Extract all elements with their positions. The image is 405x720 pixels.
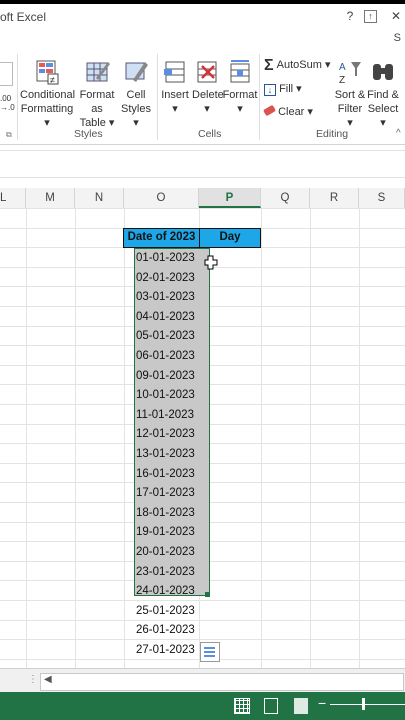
account-initial[interactable]: S [394,32,401,44]
date-cell[interactable]: 23-01-2023 [136,563,200,582]
date-cell[interactable]: 18-01-2023 [136,504,200,523]
column-header-m[interactable]: M [26,188,75,208]
format-as-table-icon [86,62,110,82]
format-cells-icon [230,60,250,83]
date-cell[interactable]: 26-01-2023 [136,621,200,640]
grid-vline [359,208,360,668]
cells-group-label: Cells [198,128,222,140]
date-cell[interactable]: 10-01-2023 [136,386,200,405]
table-header-day[interactable]: Day [199,228,261,248]
column-header-n[interactable]: N [75,188,124,208]
grid-vline [310,208,311,668]
column-header-p[interactable]: P [199,188,261,208]
horizontal-scroll-area: ⋮ ◀ [0,668,405,693]
restore-icon[interactable]: ↑ [364,10,377,23]
column-header-o[interactable]: O [124,188,199,208]
date-cell[interactable]: 04-01-2023 [136,308,200,327]
window-title: oft Excel [0,10,47,24]
date-cell[interactable]: 16-01-2023 [136,465,200,484]
date-cell[interactable]: 09-01-2023 [136,367,200,386]
clear-button[interactable]: Clear ▾ [262,103,313,121]
zoom-out-icon[interactable]: − [318,695,326,711]
ribbon-tab-row: S [0,30,405,48]
page-layout-view-icon[interactable] [264,698,278,714]
delete-cells-icon [197,61,217,83]
grid-hline [0,639,405,641]
cell-styles-icon [125,62,148,82]
column-headers: L M N O P Q R S [0,188,405,209]
insert-cells-icon [164,61,185,83]
scroll-left-icon[interactable]: ◀ [44,674,52,685]
decimal-buttons[interactable]: .00 →.0 [0,94,15,112]
binoculars-icon [373,64,393,80]
svg-text:≠: ≠ [50,75,55,85]
column-header-l[interactable]: L [0,188,26,208]
date-cell[interactable]: 06-01-2023 [136,347,200,366]
date-cell[interactable]: 05-01-2023 [136,327,200,346]
date-cell[interactable]: 24-01-2023 [136,582,200,601]
zoom-slider[interactable] [330,704,405,705]
grid-vline [75,208,76,668]
sigma-icon: Σ [264,57,274,74]
fill-down-icon: ↓ [264,84,276,96]
format-as-table-button[interactable]: Format as Table ▾ [74,58,120,130]
date-cell[interactable]: 13-01-2023 [136,445,200,464]
status-bar: − [0,692,405,720]
quick-analysis-icon[interactable] [200,642,220,662]
number-format-dropdown[interactable] [0,62,13,86]
eraser-icon [262,104,277,117]
grid-vline [261,208,262,668]
date-cell[interactable]: 20-01-2023 [136,543,200,562]
svg-text:A: A [339,62,346,73]
normal-view-icon[interactable] [234,698,250,714]
worksheet-grid[interactable]: Date of 2023 Day 01-01-2023 02-01-2023 03-… [0,208,405,668]
date-cell[interactable]: 27-01-2023 [136,641,200,660]
date-cell[interactable]: 12-01-2023 [136,425,200,444]
ribbon: .00 →.0 ⧉ ≠ Conditional Formatting ▾ For… [0,48,405,145]
grid-hline [0,600,405,601]
insert-button[interactable]: Insert ▾ [158,58,192,116]
cell-styles-button[interactable]: Cell Styles ▾ [118,58,154,130]
grid-hline [0,208,405,209]
find-select-button[interactable]: Find & Select ▾ [366,58,400,130]
autosum-button[interactable]: Σ AutoSum ▾ [264,56,331,74]
dialog-launcher-icon[interactable]: ⧉ [6,130,12,140]
sort-filter-icon: A Z [339,62,361,86]
conditional-formatting-button[interactable]: ≠ Conditional Formatting ▾ [20,58,75,130]
svg-text:Z: Z [339,75,345,86]
grid-vline [124,208,125,668]
grid-vline [26,208,27,668]
sheet-options-icon[interactable]: ⋮ [28,674,38,685]
format-button[interactable]: Format ▾ [222,58,258,116]
date-cell[interactable]: 03-01-2023 [136,288,200,307]
column-header-q[interactable]: Q [261,188,310,208]
help-button[interactable]: ? [342,8,358,24]
collapse-ribbon-icon[interactable]: ^ [396,128,401,139]
date-cell[interactable]: 01-01-2023 [136,249,200,268]
fill-button[interactable]: ↓ Fill ▾ [264,80,302,98]
editing-group-label: Editing [316,128,349,140]
conditional-formatting-icon: ≠ [36,60,59,85]
fill-handle[interactable] [205,592,210,597]
date-cell[interactable]: 11-01-2023 [136,406,200,425]
date-cell[interactable]: 02-01-2023 [136,269,200,288]
sort-filter-button[interactable]: A Z Sort & Filter ▾ [334,58,366,130]
horizontal-scrollbar[interactable]: ◀ [40,673,404,691]
zoom-slider-thumb[interactable] [362,698,365,710]
grid-hline [0,619,405,621]
delete-button[interactable]: Delete ▾ [192,58,224,116]
table-header-date[interactable]: Date of 2023 [123,228,200,248]
formula-bar[interactable] [0,150,405,178]
column-header-r[interactable]: R [310,188,359,208]
date-cell[interactable]: 25-01-2023 [136,602,200,621]
styles-group-label: Styles [74,128,103,140]
date-cell[interactable]: 19-01-2023 [136,523,200,542]
cell-cursor-icon [204,255,218,270]
date-cell[interactable]: 17-01-2023 [136,484,200,503]
column-header-s[interactable]: S [359,188,405,208]
title-bar: oft Excel ? ↑ ✕ [0,0,405,34]
page-break-view-icon[interactable] [294,698,308,714]
close-button[interactable]: ✕ [388,8,404,24]
